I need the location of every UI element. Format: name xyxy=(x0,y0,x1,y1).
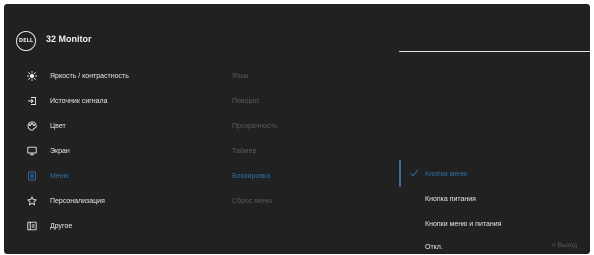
brightness-icon xyxy=(26,70,38,82)
star-icon xyxy=(26,195,38,207)
checkmark-icon xyxy=(410,169,419,177)
option-off[interactable]: Откл. xyxy=(425,241,443,253)
menu-item-input-source[interactable]: Источник сигнала xyxy=(50,95,108,107)
submenu-item-language[interactable]: Язык xyxy=(232,70,248,82)
menu-item-menu[interactable]: Меню xyxy=(50,170,69,182)
menu-item-display[interactable]: Экран xyxy=(50,145,70,157)
menu-item-personalization[interactable]: Персонализация xyxy=(50,195,105,207)
selection-indicator xyxy=(399,160,401,187)
option-menu-and-power-buttons[interactable]: Кнопки меню и питания xyxy=(425,218,501,230)
submenu-item-timer[interactable]: Таймер xyxy=(232,145,256,157)
submenu-item-rotation[interactable]: Поворот xyxy=(232,95,259,107)
menu-item-brightness-contrast[interactable]: Яркость / контрастность xyxy=(50,70,129,82)
monitor-title: 32 Monitor xyxy=(46,34,92,44)
osd-header: DELL 32 Monitor xyxy=(4,4,590,64)
submenu-item-transparency[interactable]: Прозрачность xyxy=(232,120,277,132)
dell-logo: DELL xyxy=(16,31,36,51)
input-source-icon xyxy=(26,95,38,107)
other-icon xyxy=(26,220,38,232)
chevron-left-icon: < xyxy=(552,242,556,249)
submenu-item-lock[interactable]: Блокировка xyxy=(232,170,270,182)
dell-logo-text: DELL xyxy=(18,38,34,44)
display-icon xyxy=(26,145,38,157)
menu-icon xyxy=(26,170,38,182)
option-power-button[interactable]: Кнопка питания xyxy=(425,193,476,205)
menu-item-other[interactable]: Другое xyxy=(50,220,72,232)
menu-item-color[interactable]: Цвет xyxy=(50,120,66,132)
exit-label: Выход xyxy=(557,242,578,249)
submenu-item-reset-menu[interactable]: Сброс меню xyxy=(232,195,272,207)
option-menu-buttons[interactable]: Кнопки меню xyxy=(425,168,467,180)
palette-icon xyxy=(26,120,38,132)
header-divider xyxy=(399,51,590,52)
osd-menu-panel: DELL 32 Monitor Яркость / контрастность … xyxy=(4,4,590,254)
exit-button[interactable]: < Выход xyxy=(552,242,577,249)
